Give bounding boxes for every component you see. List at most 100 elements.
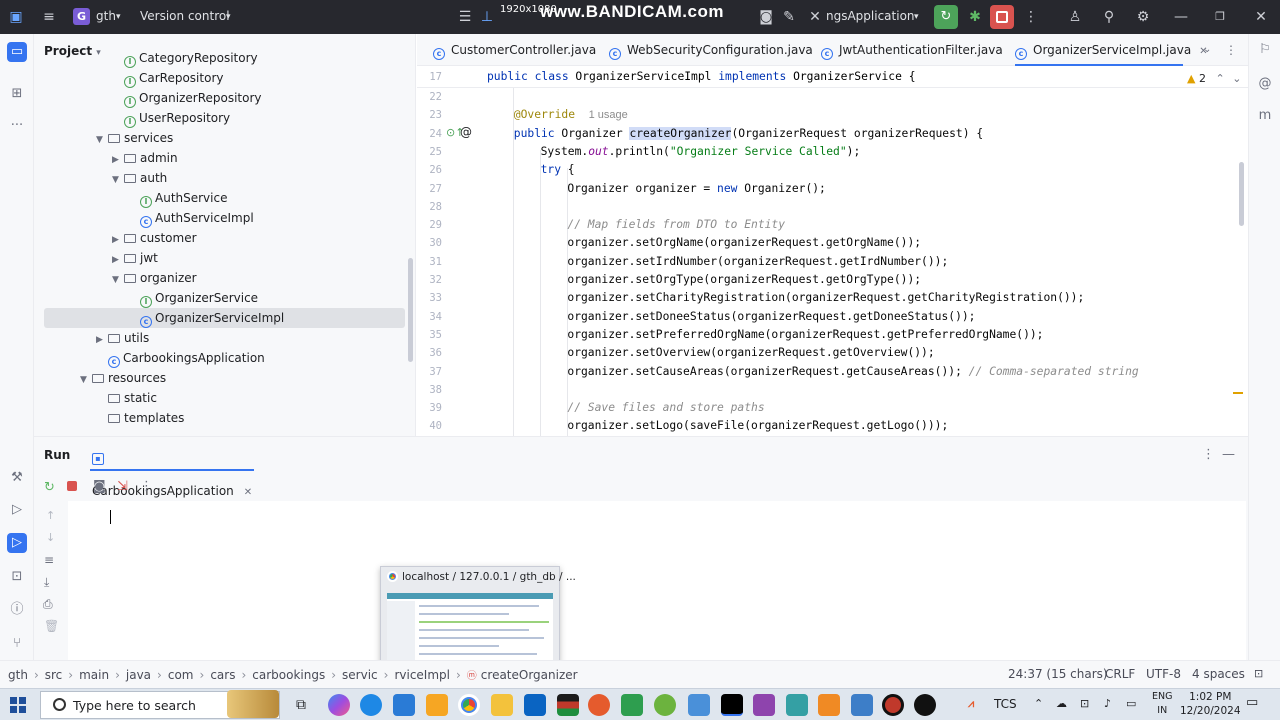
code-line[interactable]: organizer.setOverview(organizerRequest.g…: [567, 346, 934, 359]
usage-hint[interactable]: 1 usage: [589, 109, 628, 121]
chevron-up-icon[interactable]: ⌃: [1215, 72, 1224, 85]
copilot-icon[interactable]: [328, 694, 350, 716]
chevron-down-icon[interactable]: ▼: [80, 370, 92, 390]
breadcrumb-item[interactable]: java: [126, 668, 151, 682]
trash-icon[interactable]: 🗑: [44, 619, 59, 633]
terminal-icon[interactable]: ⊡: [7, 567, 27, 587]
tree-item[interactable]: ▶ utils: [96, 328, 149, 348]
chevron-right-icon[interactable]: ▶: [112, 250, 124, 270]
chevron-down-icon[interactable]: ⌄: [1203, 34, 1211, 66]
more-icon[interactable]: ⋮: [1202, 447, 1215, 462]
intellij-taskbar-icon[interactable]: [721, 694, 743, 716]
cloud-icon[interactable]: ☁: [1056, 697, 1067, 710]
language-indicator[interactable]: ENG IN: [1152, 690, 1172, 718]
tcs-logo-icon[interactable]: ⩘: [968, 697, 974, 711]
services-icon[interactable]: ▷: [7, 500, 27, 520]
minimize-icon[interactable]: —: [1172, 8, 1190, 26]
code-line[interactable]: public Organizer createOrganizer(Organiz…: [514, 126, 983, 140]
tree-item[interactable]: I UserRepository: [112, 108, 230, 128]
maven-icon[interactable]: m: [1255, 108, 1275, 128]
project-badge[interactable]: G: [73, 8, 90, 25]
code-line[interactable]: Organizer organizer = new Organizer();: [567, 182, 825, 195]
more-icon[interactable]: ⋮: [1225, 34, 1237, 66]
rerun-button[interactable]: ↻: [934, 5, 958, 29]
tree-item[interactable]: I AuthService: [128, 188, 227, 208]
chevron-down-icon[interactable]: ⌄: [1232, 72, 1241, 85]
code-line[interactable]: organizer.setCharityRegistration(organiz…: [567, 291, 1084, 304]
window-close-icon[interactable]: ✕: [1252, 8, 1270, 26]
project-panel-title[interactable]: Project ▾: [44, 44, 101, 58]
close-tab-icon[interactable]: ✕: [244, 487, 252, 498]
code-line[interactable]: organizer.setIrdNumber(organizerRequest.…: [567, 255, 948, 268]
code-line[interactable]: System.out.println("Organizer Service Ca…: [541, 145, 861, 158]
folder-icon[interactable]: ▭: [7, 42, 27, 62]
tree-item[interactable]: ▼ auth: [112, 168, 167, 188]
pin-icon[interactable]: ⊥: [478, 8, 496, 26]
gear-icon[interactable]: ⚙: [1134, 8, 1152, 26]
postman-icon[interactable]: [753, 694, 775, 716]
mysql-icon[interactable]: [851, 694, 873, 716]
warnings-badge[interactable]: ▲ 2 ⌃ ⌄: [1187, 72, 1241, 85]
ai-assistant-icon[interactable]: @: [1255, 76, 1275, 96]
tree-scrollbar[interactable]: [408, 258, 413, 362]
monitor-icon[interactable]: [786, 694, 808, 716]
code-line[interactable]: organizer.setDoneeStatus(organizerReques…: [567, 310, 975, 323]
project-name[interactable]: gth: [96, 9, 116, 23]
breadcrumb-item[interactable]: rviceImpl: [394, 668, 450, 682]
restore-icon[interactable]: ❐: [1211, 8, 1229, 26]
network-icon[interactable]: ⊡: [1080, 697, 1089, 710]
caret-position[interactable]: 24:37 (15 chars): [1008, 667, 1108, 681]
vcs-menu[interactable]: Version control: [140, 9, 230, 23]
lock-icon[interactable]: ⊡: [1254, 667, 1263, 680]
kenya-flag-icon[interactable]: [557, 694, 579, 716]
rerun-icon[interactable]: ↻: [44, 480, 55, 495]
breadcrumb-item[interactable]: main: [79, 668, 109, 682]
menu-icon[interactable]: ☰: [456, 8, 474, 26]
indent-setting[interactable]: 4 spaces: [1192, 667, 1245, 681]
tree-item[interactable]: I OrganizerService: [128, 288, 258, 308]
breadcrumb-item[interactable]: servic: [342, 668, 378, 682]
breadcrumb-item[interactable]: createOrganizer: [481, 668, 578, 682]
arrow-up-icon[interactable]: ↑: [46, 509, 55, 522]
breadcrumb-item[interactable]: src: [45, 668, 63, 682]
taskbar-search[interactable]: Type here to search: [40, 690, 280, 719]
more-tools-icon[interactable]: ···: [7, 116, 27, 136]
tree-item[interactable]: ▶ customer: [112, 228, 197, 248]
notification-center-icon[interactable]: ▭: [1246, 695, 1258, 710]
tree-item[interactable]: c AuthServiceImpl: [128, 208, 254, 228]
warning-stripe[interactable]: [1233, 392, 1243, 394]
breadcrumb-item[interactable]: gth: [8, 668, 28, 682]
chevron-down-icon[interactable]: ▼: [112, 170, 124, 190]
stop-icon[interactable]: [67, 481, 77, 491]
add-user-icon[interactable]: ♙: [1066, 8, 1084, 26]
tab-organizer-service-impl[interactable]: c OrganizerServiceImpl.java ✕: [1015, 34, 1208, 66]
debug-icon[interactable]: ✱: [966, 8, 984, 26]
tree-item[interactable]: ▼ services: [96, 128, 173, 148]
xampp-icon[interactable]: [818, 694, 840, 716]
file-encoding[interactable]: UTF-8: [1146, 667, 1181, 681]
scroll-to-end-icon[interactable]: ⤓: [44, 575, 49, 590]
run-configuration[interactable]: ngsApplication: [826, 9, 915, 23]
console-output[interactable]: [68, 501, 1246, 661]
code-line[interactable]: organizer.setPreferredOrgName(organizerR…: [567, 328, 1043, 341]
minimize-panel-icon[interactable]: —: [1222, 447, 1235, 462]
breadcrumb[interactable]: gth › src › main › java › com › cars › carbookings › s…: [8, 667, 578, 682]
vscode-icon[interactable]: [393, 694, 415, 716]
edge-icon[interactable]: [360, 694, 382, 716]
code-line[interactable]: try {: [541, 163, 575, 176]
tree-item[interactable]: ▼ resources: [80, 368, 166, 388]
breadcrumb-item[interactable]: cars: [210, 668, 235, 682]
stop-button[interactable]: [990, 5, 1014, 29]
chevron-down-icon[interactable]: ▼: [96, 130, 108, 150]
structure-icon[interactable]: ⊞: [7, 84, 27, 104]
tree-item[interactable]: c OrganizerServiceImpl: [128, 308, 284, 328]
problems-icon[interactable]: ⓘ: [7, 600, 27, 620]
tree-item[interactable]: I OrganizerRepository: [112, 88, 262, 108]
notifications-icon[interactable]: ⚐: [1255, 42, 1275, 62]
clock[interactable]: 1:02 PM 12/20/2024: [1180, 690, 1241, 718]
pencil-icon[interactable]: ✎: [780, 8, 798, 26]
sticky-header[interactable]: 17 public class OrganizerServiceImpl imp…: [417, 66, 1248, 88]
tree-item[interactable]: static: [96, 388, 157, 408]
tree-item[interactable]: ▶ admin: [112, 148, 178, 168]
sublime-icon[interactable]: [426, 694, 448, 716]
